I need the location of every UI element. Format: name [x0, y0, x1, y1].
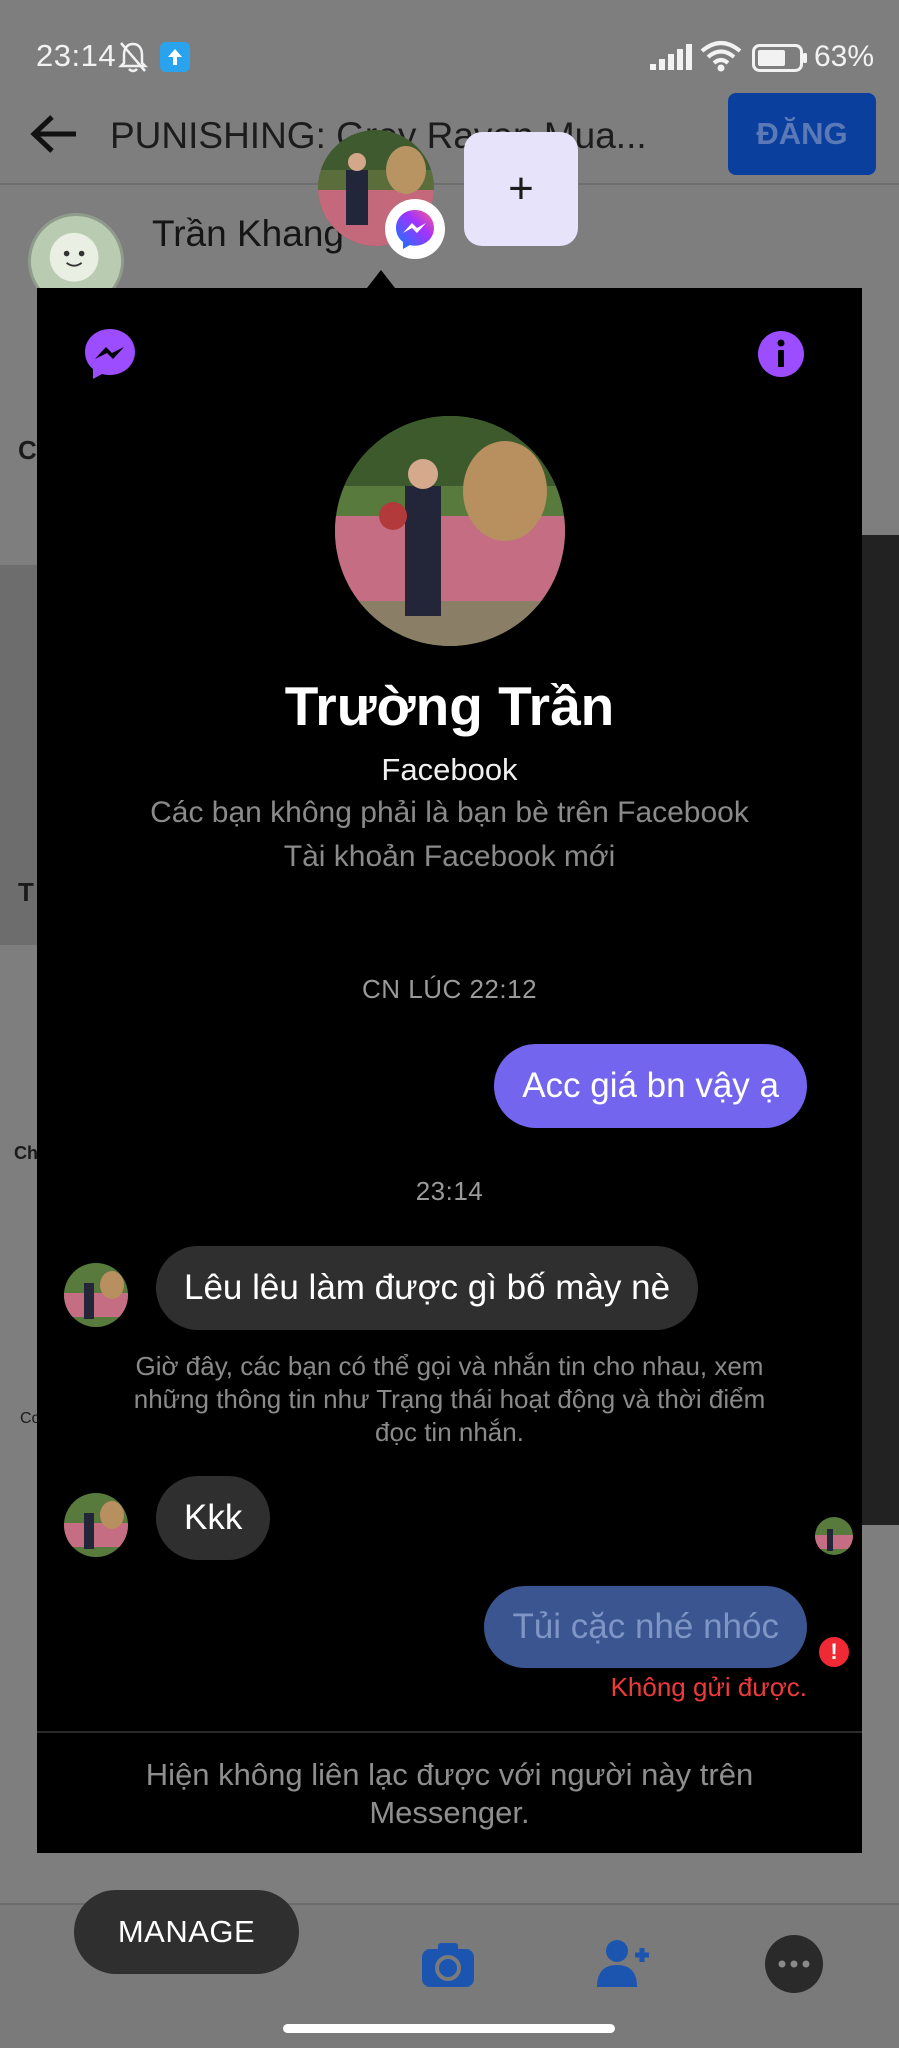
panel-pointer [367, 270, 395, 288]
messenger-logo-icon[interactable] [82, 326, 138, 382]
background-app-bar: PUNISHING: Grey Raven Mua... ĐĂNG [0, 93, 899, 183]
manage-button[interactable]: MANAGE [74, 1890, 299, 1974]
camera-icon[interactable] [418, 1935, 478, 1995]
background-side-text: C [18, 435, 37, 465]
failed-outgoing-message[interactable]: Tủi cặc nhé nhóc [484, 1586, 807, 1668]
messenger-badge [385, 199, 445, 259]
sender-avatar[interactable] [64, 1493, 128, 1557]
status-time: 23:14 [36, 38, 117, 73]
error-icon[interactable]: ! [819, 1637, 849, 1667]
profile-photo[interactable] [335, 416, 565, 646]
divider [37, 1731, 862, 1733]
plus-icon: + [508, 164, 534, 213]
account-note: Tài khoản Facebook mới [283, 840, 616, 873]
upload-icon [160, 42, 190, 72]
background-side-text: Ch [14, 1143, 38, 1163]
profile-name: Trường Trần [284, 675, 615, 737]
more-icon[interactable] [765, 1935, 823, 1993]
post-button[interactable]: ĐĂNG [728, 93, 876, 175]
message-timestamp: 23:14 [415, 1176, 484, 1206]
background-side-text: T [18, 877, 34, 907]
incoming-message[interactable]: Lêu lêu làm được gì bố mày nè [156, 1246, 699, 1330]
system-notice: Giờ đây, các bạn có thể gọi và nhắn tin … [133, 1351, 766, 1447]
divider [0, 183, 899, 185]
sender-avatar[interactable] [64, 1263, 128, 1327]
author-name[interactable]: Trần Khang [152, 213, 344, 255]
info-icon[interactable] [757, 330, 805, 378]
relationship-note: Các bạn không phải là bạn bè trên Facebo… [150, 796, 749, 829]
battery-icon [752, 44, 807, 72]
home-indicator[interactable] [283, 2024, 615, 2033]
message-timestamp: CN LÚC 22:12 [361, 974, 538, 1004]
bell-muted-icon [117, 42, 149, 73]
unreachable-notice: Hiện không liên lạc được với người này t… [145, 1757, 754, 1830]
incoming-message[interactable]: Kkk [156, 1476, 271, 1560]
seen-indicator-avatar [815, 1517, 853, 1555]
signal-icon [650, 44, 692, 70]
outgoing-message[interactable]: Acc giá bn vậy ạ [494, 1044, 807, 1128]
battery-percentage: 63% [814, 40, 875, 73]
profile-platform: Facebook [381, 752, 518, 787]
send-failed-label: Không gửi được. [610, 1672, 807, 1702]
back-arrow-icon[interactable] [28, 115, 82, 169]
wifi-icon [700, 41, 742, 72]
new-chat-button[interactable]: + [464, 132, 578, 246]
friends-icon[interactable] [593, 1933, 653, 1993]
chat-panel: Trường Trần Facebook Các bạn không phải … [37, 288, 862, 1853]
background-right-card [860, 535, 899, 1525]
